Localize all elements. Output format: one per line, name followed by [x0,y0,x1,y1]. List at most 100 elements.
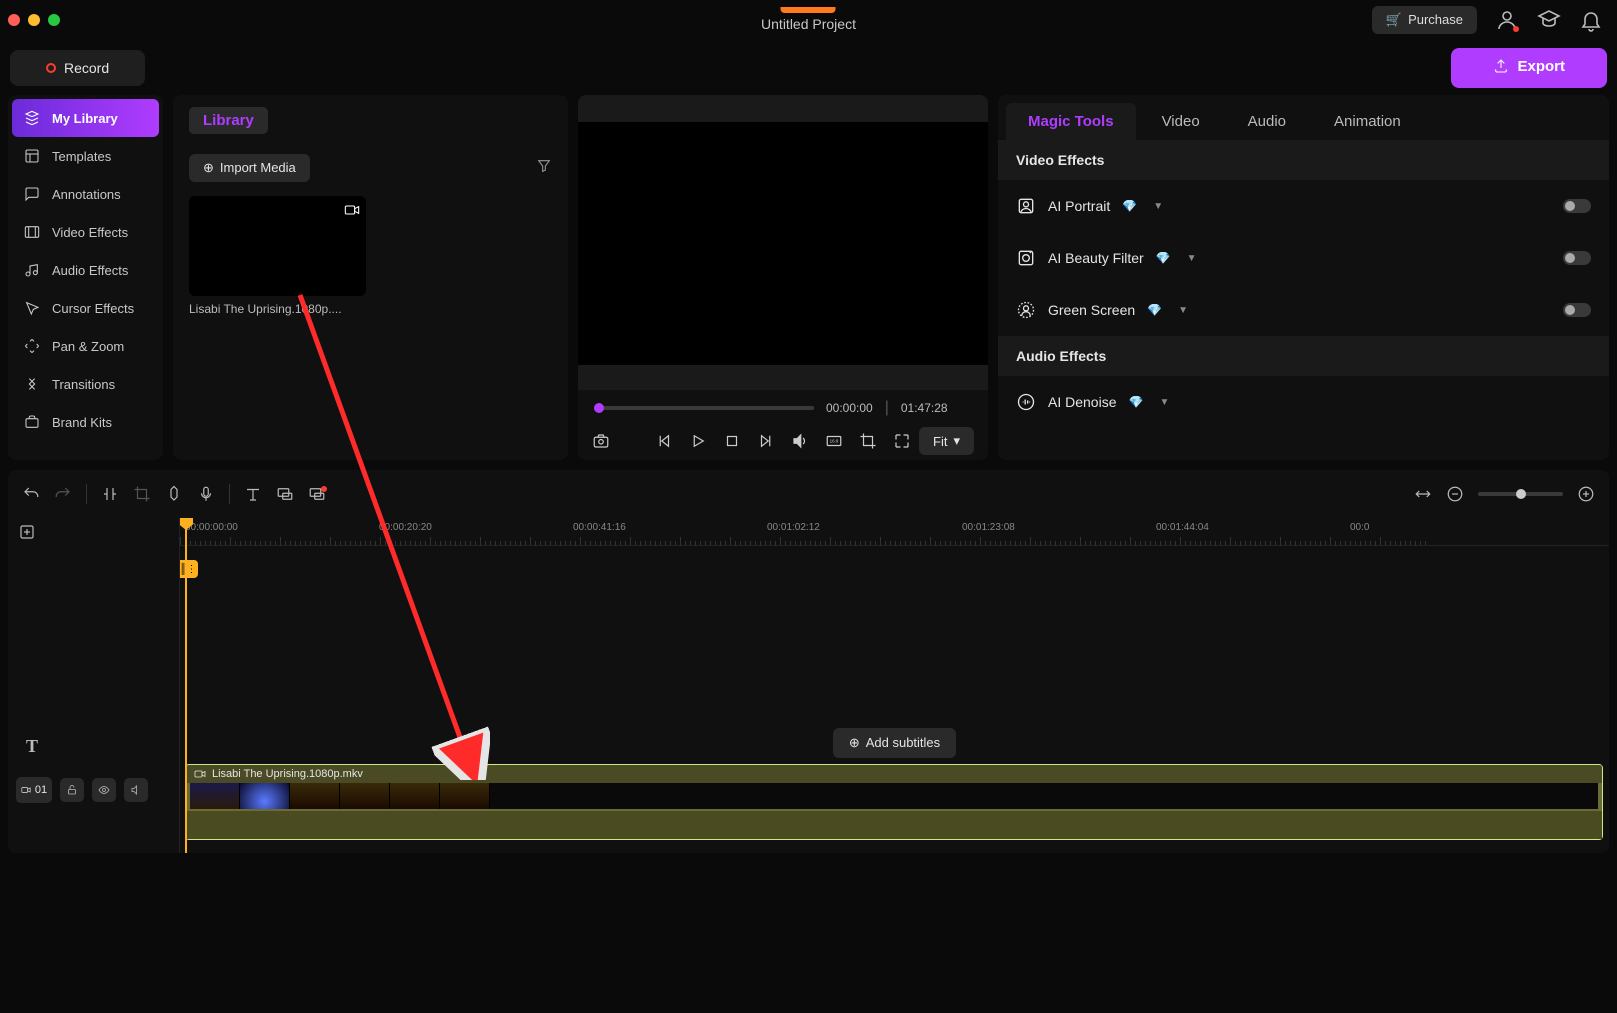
tab-video[interactable]: Video [1140,103,1222,140]
account-icon[interactable] [1495,8,1519,32]
tutorial-icon[interactable] [1537,8,1561,32]
sidebar-label: Video Effects [52,225,128,240]
media-item[interactable]: Lisabi The Uprising.1080p.... [189,196,366,316]
beauty-toggle[interactable] [1563,251,1591,265]
undo-icon[interactable] [22,485,40,503]
sidebar-label: Transitions [52,377,115,392]
track-controls: 01 [8,769,179,811]
notifications-icon[interactable] [1579,8,1603,32]
green-toggle[interactable] [1563,303,1591,317]
tab-animation[interactable]: Animation [1312,103,1423,140]
zoom-slider[interactable] [1478,492,1563,496]
timeline-tracks[interactable]: 00:00:00:00 00:00:20:20 00:00:41:16 00:0… [180,518,1609,853]
clip-video-icon [194,768,206,780]
sidebar-label: Annotations [52,187,121,202]
timeline-ruler[interactable]: 00:00:00:00 00:00:20:20 00:00:41:16 00:0… [180,518,1609,546]
mute-track-icon[interactable] [124,778,148,802]
sidebar-item-templates[interactable]: Templates [12,137,159,175]
voiceover-icon[interactable] [197,485,215,503]
aspect-ratio-icon[interactable]: 16:9 [825,432,843,450]
chevron-down-icon: ▼ [1178,305,1188,316]
svg-text:16:9: 16:9 [830,439,839,444]
screenshot-icon[interactable] [592,432,610,450]
crop-icon[interactable] [859,432,877,450]
gem-icon: 💎 [1128,395,1143,409]
play-icon[interactable] [689,432,707,450]
import-label: Import Media [220,160,296,176]
export-button[interactable]: Export [1451,48,1607,88]
portrait-icon [1016,196,1036,216]
fullscreen-icon[interactable] [893,432,911,450]
plus-icon: ⊕ [203,160,214,176]
effect-green-screen[interactable]: Green Screen 💎▼ [998,284,1609,336]
chevron-down-icon: ▼ [1153,201,1163,212]
effect-ai-denoise[interactable]: AI Denoise 💎▼ [998,376,1609,428]
sidebar-item-my-library[interactable]: My Library [12,99,159,137]
lock-track-icon[interactable] [60,778,84,802]
callout-icon[interactable] [276,485,294,503]
sidebar: My Library Templates Annotations Video E… [8,95,163,460]
sidebar-item-brand-kits[interactable]: Brand Kits [12,403,159,441]
section-audio-effects: Audio Effects [998,336,1609,376]
record-tool-icon[interactable] [308,485,326,503]
scrub-slider[interactable] [594,406,814,410]
preview-canvas[interactable] [578,122,988,365]
prev-frame-icon[interactable] [655,432,673,450]
stop-icon[interactable] [723,432,741,450]
sidebar-label: Templates [52,149,111,164]
effect-ai-beauty[interactable]: AI Beauty Filter 💎▼ [998,232,1609,284]
window-close[interactable] [8,14,20,26]
split-indicator[interactable]: ⋮║⋮ [180,560,198,578]
add-subtitles-label: Add subtitles [866,735,940,751]
window-minimize[interactable] [28,14,40,26]
effect-label: AI Beauty Filter [1048,250,1144,266]
video-clip[interactable]: Lisabi The Uprising.1080p.mkv [185,764,1603,840]
record-dot-icon [46,63,56,73]
text-track-icon[interactable]: T [26,736,38,756]
titlebar: Untitled Project 🛒 Purchase [0,0,1617,40]
crop-tool-icon[interactable] [133,485,151,503]
effect-ai-portrait[interactable]: AI Portrait 💎 ▼ [998,180,1609,232]
effect-label: AI Portrait [1048,198,1110,214]
ruler-mark: 00:01:44:04 [1156,522,1209,533]
denoise-icon [1016,392,1036,412]
sidebar-item-annotations[interactable]: Annotations [12,175,159,213]
fit-timeline-icon[interactable] [1414,485,1432,503]
visibility-icon[interactable] [92,778,116,802]
ruler-mark: 00:00:20:20 [379,522,432,533]
track-number[interactable]: 01 [16,777,52,803]
window-maximize[interactable] [48,14,60,26]
sidebar-item-pan-zoom[interactable]: Pan & Zoom [12,327,159,365]
purchase-button[interactable]: 🛒 Purchase [1372,6,1477,34]
sidebar-item-audio-effects[interactable]: Audio Effects [12,251,159,289]
redo-icon[interactable] [54,485,72,503]
video-type-icon [344,202,360,218]
tab-magic-tools[interactable]: Magic Tools [1006,103,1136,140]
sidebar-item-cursor-effects[interactable]: Cursor Effects [12,289,159,327]
plus-icon: ⊕ [849,735,860,751]
tab-audio[interactable]: Audio [1226,103,1308,140]
sidebar-item-video-effects[interactable]: Video Effects [12,213,159,251]
filter-icon[interactable] [536,158,552,179]
zoom-in-icon[interactable] [1577,485,1595,503]
library-tab[interactable]: Library [189,107,268,134]
record-button[interactable]: Record [10,50,145,86]
import-media-button[interactable]: ⊕ Import Media [189,154,310,182]
effect-label: AI Denoise [1048,394,1116,410]
volume-icon[interactable] [791,432,809,450]
sidebar-item-transitions[interactable]: Transitions [12,365,159,403]
gem-icon: 💎 [1122,199,1137,213]
marker-icon[interactable] [165,485,183,503]
chevron-down-icon: ▾ [953,433,960,449]
split-icon[interactable] [101,485,119,503]
portrait-toggle[interactable] [1563,199,1591,213]
library-panel: Library ⊕ Import Media Lisabi The Uprisi… [173,95,568,460]
add-subtitles-button[interactable]: ⊕ Add subtitles [833,728,956,758]
add-track-icon[interactable] [18,523,36,541]
fit-dropdown[interactable]: Fit ▾ [919,427,974,455]
text-tool-icon[interactable] [244,485,262,503]
timeline-toolbar [8,470,1609,518]
zoom-out-icon[interactable] [1446,485,1464,503]
next-frame-icon[interactable] [757,432,775,450]
chevron-down-icon: ▼ [1187,253,1197,264]
